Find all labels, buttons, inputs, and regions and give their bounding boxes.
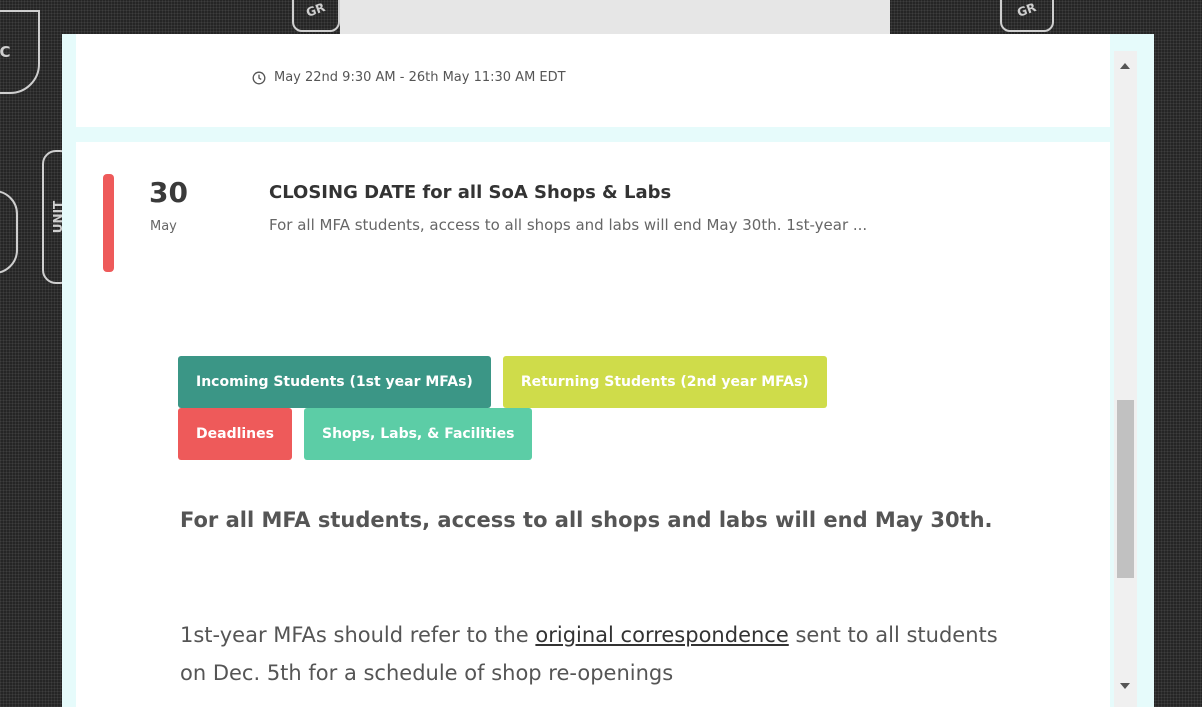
tag-returning-students[interactable]: Returning Students (2nd year MFAs) bbox=[502, 356, 827, 408]
event-title[interactable]: CLOSING DATE for all SoA Shops & Labs bbox=[269, 182, 671, 203]
event-modal: May 22nd 9:30 AM - 26th May 11:30 AM EDT… bbox=[62, 34, 1154, 707]
clock-icon bbox=[252, 71, 266, 84]
background-seal: GR bbox=[1000, 0, 1054, 32]
event-day: 30 bbox=[149, 176, 188, 209]
background-seal-text: GR bbox=[304, 0, 328, 20]
event-body-text: 1st-year MFAs should refer to the origin… bbox=[180, 616, 1020, 692]
event-summary: For all MFA students, access to all shop… bbox=[269, 216, 868, 234]
event-time: May 22nd 9:30 AM - 26th May 11:30 AM EDT bbox=[274, 70, 566, 85]
tag-deadlines[interactable]: Deadlines bbox=[178, 408, 292, 460]
scrollbar-thumb[interactable] bbox=[1117, 400, 1134, 578]
event-color-bar bbox=[103, 174, 114, 272]
scroll-up-arrow-icon[interactable] bbox=[1120, 63, 1130, 69]
event-month: May bbox=[150, 219, 177, 234]
background-seal bbox=[0, 190, 18, 274]
event-time-row: May 22nd 9:30 AM - 26th May 11:30 AM EDT bbox=[252, 70, 566, 85]
original-correspondence-link[interactable]: original correspondence bbox=[535, 623, 788, 647]
event-card: 30 May CLOSING DATE for all SoA Shops & … bbox=[76, 142, 1110, 707]
background-seal: GR bbox=[292, 0, 340, 32]
body-text-start: 1st-year MFAs should refer to the bbox=[180, 623, 536, 647]
background-seal-text: C bbox=[0, 42, 11, 61]
tag-incoming-students[interactable]: Incoming Students (1st year MFAs) bbox=[178, 356, 491, 408]
background-seal-text: GR bbox=[1015, 0, 1039, 20]
event-tags: Incoming Students (1st year MFAs) Return… bbox=[178, 356, 998, 460]
event-lead-text: For all MFA students, access to all shop… bbox=[180, 508, 993, 532]
scroll-down-arrow-icon[interactable] bbox=[1120, 683, 1130, 689]
tag-shops-labs-facilities[interactable]: Shops, Labs, & Facilities bbox=[303, 408, 533, 460]
previous-event-card: May 22nd 9:30 AM - 26th May 11:30 AM EDT bbox=[76, 34, 1110, 127]
background-seal: C bbox=[0, 10, 40, 94]
modal-scrollbar[interactable] bbox=[1114, 51, 1137, 707]
